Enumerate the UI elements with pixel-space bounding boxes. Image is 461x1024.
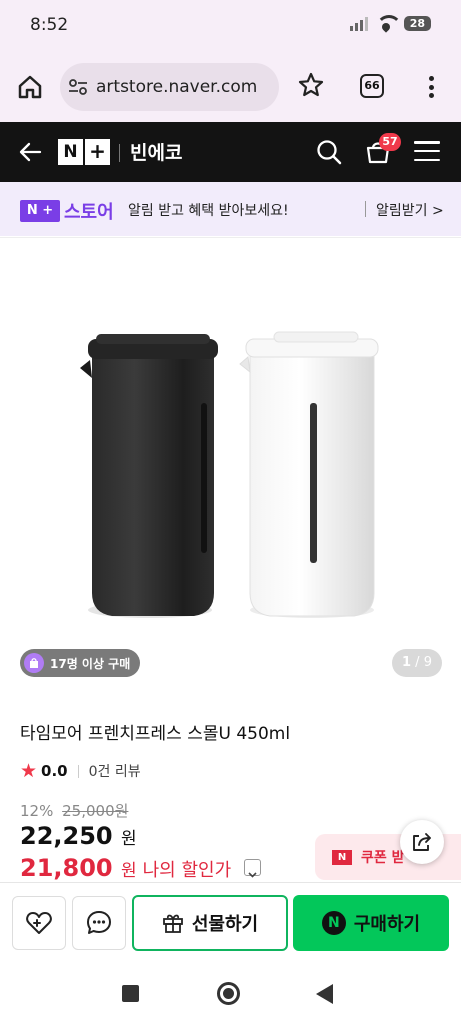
sale-price-value: 22,250 <box>20 822 113 850</box>
logo-plus: + <box>85 139 110 165</box>
sale-price-unit: 원 <box>120 829 137 849</box>
my-price-label: 나의 할인가 <box>142 860 232 881</box>
store-alert-banner[interactable]: N + 스토어 알림 받고 혜택 받아보세요! 알림받기 > <box>0 182 461 236</box>
naver-plus-logo[interactable]: N + <box>58 139 110 165</box>
purchase-action-bar: 선물하기 N 구매하기 <box>0 882 461 960</box>
nstore-logo-box: N + <box>20 200 60 222</box>
wishlist-button[interactable] <box>12 896 66 950</box>
product-title: 타임모어 프렌치프레스 스몰U 450ml <box>20 724 291 744</box>
rating-divider <box>77 764 79 778</box>
coupon-label: 쿠폰 받 <box>361 850 405 866</box>
wifi-icon <box>375 15 402 31</box>
more-vert-icon[interactable] <box>427 76 435 98</box>
gift-label: 선물하기 <box>191 914 259 935</box>
my-price-unit: 원 <box>120 861 137 881</box>
product-image <box>80 331 379 618</box>
review-count-link[interactable]: 0건 리뷰 <box>89 761 141 781</box>
cart-count-badge: 57 <box>379 133 401 151</box>
header-divider <box>119 144 120 162</box>
rating-row[interactable]: ★ 0.0 0건 리뷰 <box>20 760 141 782</box>
image-page-counter: 1 / 9 <box>392 649 442 677</box>
bookmark-star-icon[interactable] <box>298 72 324 98</box>
alert-divider <box>365 201 366 217</box>
chat-icon <box>87 911 111 934</box>
my-discount-price[interactable]: 21,800 원 나의 할인가 <box>20 854 261 882</box>
signal-icon <box>349 15 368 31</box>
nstore-logo-text: 스토어 <box>64 202 114 223</box>
alert-message: 알림 받고 혜택 받아보세요! <box>128 203 289 219</box>
talktalk-chat-button[interactable] <box>72 896 126 950</box>
address-bar[interactable]: artstore.naver.com <box>60 63 279 111</box>
current-image-index: 1 <box>402 655 412 670</box>
heart-plus-icon <box>26 912 52 934</box>
search-icon[interactable] <box>315 138 343 166</box>
store-name[interactable]: 빈에코 <box>130 138 182 165</box>
buyers-count-text: 17명 이상 구매 <box>50 656 131 671</box>
system-nav-bar <box>0 960 461 1024</box>
system-back-icon[interactable] <box>316 984 333 1004</box>
discount-rate: 12% <box>20 802 54 820</box>
coupon-n-icon: N <box>332 850 352 865</box>
logo-n: N <box>58 139 83 165</box>
share-icon <box>413 833 431 851</box>
sale-price: 22,250 원 <box>20 822 137 850</box>
tab-switcher-button[interactable]: 66 <box>360 74 384 98</box>
buyers-count-badge: 17명 이상 구매 <box>20 649 141 677</box>
status-bar: 8:52 28 <box>0 0 461 50</box>
product-image-gallery[interactable] <box>0 237 461 690</box>
home-icon[interactable] <box>17 74 43 100</box>
site-settings-icon[interactable] <box>68 77 88 97</box>
share-button[interactable] <box>400 820 444 864</box>
npay-icon: N <box>321 911 346 935</box>
subscribe-alert-link[interactable]: 알림받기 > <box>376 200 444 220</box>
url-text: artstore.naver.com <box>96 77 258 97</box>
nstore-logo: N + 스토어 <box>20 198 114 224</box>
buy-button[interactable]: N 구매하기 <box>293 895 449 951</box>
gift-icon <box>162 914 183 933</box>
discount-row: 12% 25,000원 <box>20 800 128 821</box>
total-image-count: 9 <box>423 655 432 670</box>
shopping-bag-icon <box>24 653 44 673</box>
buy-label: 구매하기 <box>353 914 421 935</box>
star-icon: ★ <box>20 760 38 782</box>
hamburger-icon[interactable] <box>414 141 440 161</box>
system-home-icon[interactable] <box>217 982 240 1005</box>
browser-toolbar: artstore.naver.com 66 <box>0 50 461 122</box>
store-header: N + 빈에코 <box>0 122 461 182</box>
battery-icon: 28 <box>403 15 431 31</box>
my-price-value: 21,800 <box>20 854 113 882</box>
status-time: 8:52 <box>30 15 69 35</box>
back-arrow-icon[interactable] <box>18 140 42 164</box>
chevron-down-icon[interactable] <box>243 858 261 878</box>
rating-score: 0.0 <box>41 762 68 780</box>
status-icons: 28 <box>349 15 431 31</box>
gift-button[interactable]: 선물하기 <box>132 895 288 951</box>
recent-apps-icon[interactable] <box>122 985 139 1002</box>
original-price: 25,000원 <box>62 802 129 820</box>
